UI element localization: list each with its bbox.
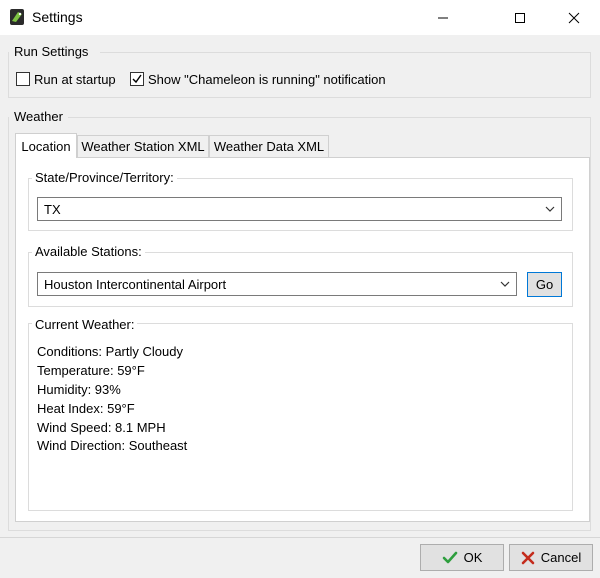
tab-weather-station-xml[interactable]: Weather Station XML	[77, 135, 209, 157]
window-title: Settings	[32, 9, 83, 25]
state-select-value: TX	[44, 201, 61, 217]
checkmark-icon	[132, 74, 142, 84]
close-button[interactable]	[551, 0, 597, 35]
state-select[interactable]: TX	[37, 197, 562, 221]
cancel-button[interactable]: Cancel	[509, 544, 593, 571]
current-weather-legend: Current Weather:	[32, 317, 138, 332]
tab-location[interactable]: Location	[15, 133, 77, 158]
maximize-button[interactable]	[497, 0, 543, 35]
cancel-button-label: Cancel	[540, 550, 582, 565]
stations-legend: Available Stations:	[32, 244, 145, 259]
settings-window: Settings Run Settings Run at startup Sho…	[0, 0, 600, 578]
chevron-down-icon	[545, 206, 555, 212]
chameleon-app-icon	[10, 9, 24, 25]
go-button[interactable]: Go	[527, 272, 562, 297]
show-notification-checkbox[interactable]	[130, 72, 144, 86]
run-at-startup-label[interactable]: Run at startup	[34, 72, 116, 87]
minimize-button[interactable]	[420, 0, 466, 35]
weather-conditions: Conditions: Partly Cloudy	[37, 344, 183, 359]
active-tab-join	[16, 156, 76, 159]
minimize-icon	[438, 17, 448, 18]
close-icon	[568, 12, 580, 23]
cancel-x-icon	[521, 551, 535, 564]
weather-humidity: Humidity: 93%	[37, 382, 121, 397]
ok-button[interactable]: OK	[420, 544, 504, 571]
checkmark-icon	[442, 551, 457, 563]
title-bar[interactable]: Settings	[0, 0, 600, 35]
stations-select[interactable]: Houston Intercontinental Airport	[37, 272, 517, 296]
run-at-startup-checkbox[interactable]	[16, 72, 30, 86]
weather-heat-index: Heat Index: 59°F	[37, 401, 135, 416]
weather-wind-direction: Wind Direction: Southeast	[37, 438, 188, 453]
ok-button-label: OK	[463, 550, 483, 565]
show-notification-label[interactable]: Show "Chameleon is running" notification	[148, 72, 386, 87]
maximize-icon	[515, 12, 525, 23]
tab-weather-data-xml[interactable]: Weather Data XML	[209, 135, 329, 157]
weather-wind-speed: Wind Speed: 8.1 MPH	[37, 420, 166, 435]
stations-select-value: Houston Intercontinental Airport	[44, 276, 227, 292]
footer-divider	[0, 537, 600, 538]
chevron-down-icon	[500, 281, 510, 287]
state-legend: State/Province/Territory:	[32, 170, 177, 185]
weather-temperature: Temperature: 59°F	[37, 363, 145, 378]
